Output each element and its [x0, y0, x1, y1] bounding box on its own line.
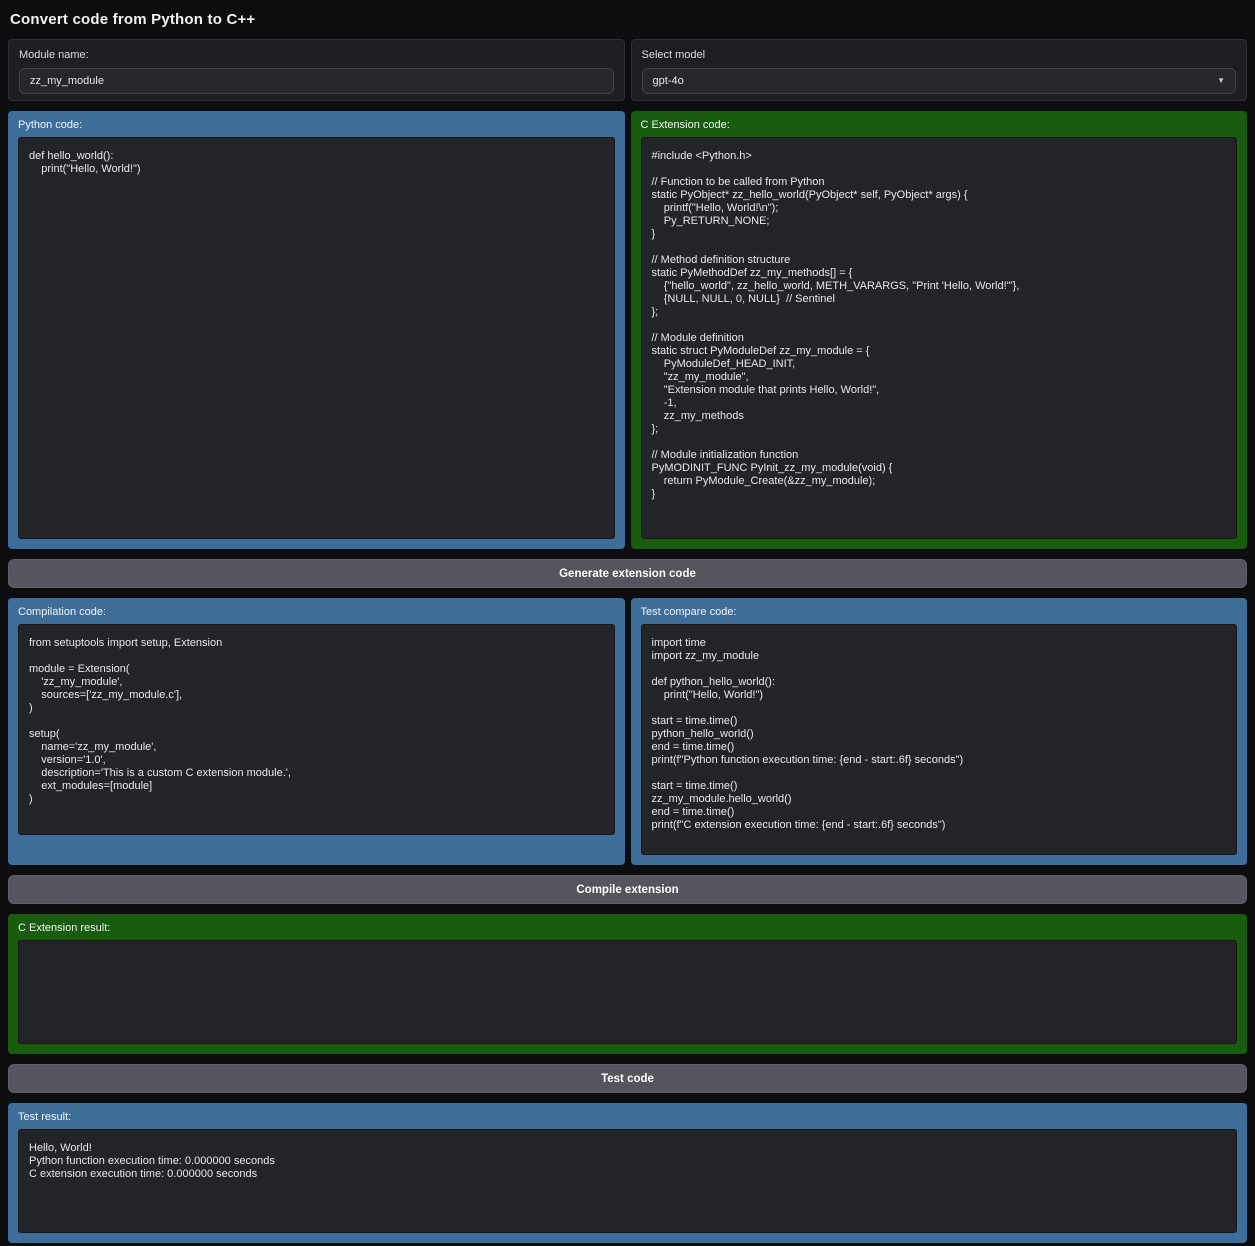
compilation-code-panel: Compilation code: from setuptools import…	[8, 598, 625, 865]
test-result-panel: Test result: Hello, World! Python functi…	[8, 1103, 1247, 1243]
app-page: Convert code from Python to C++ Module n…	[0, 0, 1255, 1246]
c-extension-result-label: C Extension result:	[18, 922, 1237, 934]
module-name-group: Module name: zz_my_module	[8, 39, 625, 101]
test-compare-code-label: Test compare code:	[641, 606, 1238, 618]
controls-row: Module name: zz_my_module Select model g…	[8, 39, 1247, 101]
compile-extension-button[interactable]: Compile extension	[8, 875, 1247, 904]
c-extension-result-panel: C Extension result:	[8, 914, 1247, 1054]
model-selected-value: gpt-4o	[653, 75, 684, 87]
model-select-label: Select model	[642, 49, 1237, 61]
generate-extension-code-button[interactable]: Generate extension code	[8, 559, 1247, 588]
c-extension-code-panel: C Extension code: #include <Python.h> //…	[631, 111, 1248, 549]
code-row: Python code: def hello_world(): print("H…	[8, 111, 1247, 549]
module-name-input[interactable]: zz_my_module	[19, 68, 614, 94]
python-code-textarea[interactable]: def hello_world(): print("Hello, World!"…	[18, 137, 615, 539]
module-name-label: Module name:	[19, 49, 614, 61]
model-select-dropdown[interactable]: gpt-4o ▼	[642, 68, 1237, 94]
compile-test-row: Compilation code: from setuptools import…	[8, 598, 1247, 865]
compilation-code-label: Compilation code:	[18, 606, 615, 618]
compilation-code-textarea[interactable]: from setuptools import setup, Extension …	[18, 624, 615, 835]
python-code-panel: Python code: def hello_world(): print("H…	[8, 111, 625, 549]
python-code-label: Python code:	[18, 119, 615, 131]
module-name-value: zz_my_module	[30, 75, 104, 87]
c-extension-code-textarea[interactable]: #include <Python.h> // Function to be ca…	[641, 137, 1238, 539]
c-extension-result-textarea[interactable]	[18, 940, 1237, 1044]
model-select-group: Select model gpt-4o ▼	[631, 39, 1248, 101]
c-extension-code-label: C Extension code:	[641, 119, 1238, 131]
test-result-textarea[interactable]: Hello, World! Python function execution …	[18, 1129, 1237, 1233]
test-compare-code-panel: Test compare code: import time import zz…	[631, 598, 1248, 865]
chevron-down-icon: ▼	[1217, 77, 1225, 85]
test-result-label: Test result:	[18, 1111, 1237, 1123]
page-title: Convert code from Python to C++	[10, 11, 1247, 28]
test-compare-code-textarea[interactable]: import time import zz_my_module def pyth…	[641, 624, 1238, 855]
test-code-button[interactable]: Test code	[8, 1064, 1247, 1093]
